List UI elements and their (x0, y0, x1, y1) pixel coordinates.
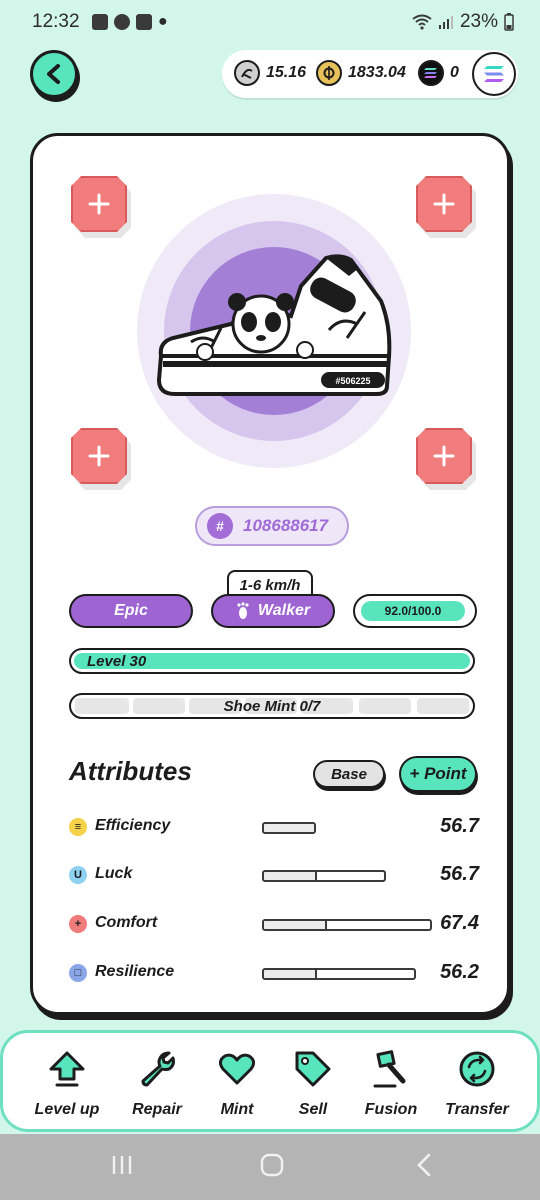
plus-icon (88, 445, 110, 467)
level-bar: Level 30 (69, 648, 475, 674)
gst-value: 15.16 (266, 64, 307, 81)
wrench-icon (141, 1051, 175, 1087)
system-nav-bar (0, 1134, 540, 1200)
sneaker-type-badge: Walker (211, 594, 335, 628)
plus-icon (88, 193, 110, 215)
messenger-icon (114, 14, 130, 30)
back-nav-icon[interactable] (414, 1152, 434, 1178)
attribute-value: 56.7 (440, 815, 479, 837)
wallet-balance-bar: 15.16 1833.04 0 (222, 50, 518, 98)
battery-percent: 23% (459, 11, 498, 32)
durability-bar: 92.0/100.0 (353, 594, 477, 628)
gmt-coin-icon (316, 60, 342, 86)
gmt-balance: 1833.04 (316, 60, 406, 86)
sneaker-image: #506225 (156, 254, 392, 396)
sneaker-card: #506225 # 108688617 1-6 km/h Epic Walker… (30, 133, 510, 1015)
level-up-button[interactable]: Level up (21, 1047, 113, 1127)
system-icons: 23% (412, 11, 514, 33)
fusion-button[interactable]: Fusion (345, 1047, 437, 1127)
resilience-icon: □ (69, 964, 87, 982)
shoe-mint-bar: Shoe Mint 0/7 (69, 693, 475, 719)
attribute-bar (262, 822, 316, 834)
dot-icon: ● (158, 13, 168, 30)
transfer-icon (459, 1051, 495, 1087)
gem-slot-bottom-right[interactable] (416, 428, 476, 490)
attribute-row-efficiency: ≡ Efficiency 56.7 (69, 812, 479, 842)
attribute-value: 56.2 (440, 961, 479, 983)
attribute-value: 67.4 (440, 912, 479, 934)
gst-coin-icon (234, 60, 260, 86)
youtube-icon (136, 14, 152, 30)
repair-button[interactable]: Repair (111, 1047, 203, 1127)
gem-slot-bottom-left[interactable] (71, 428, 131, 490)
back-button[interactable] (30, 50, 78, 98)
sol-value: 0 (450, 64, 459, 81)
efficiency-icon: ≡ (69, 818, 87, 836)
footprint-icon (237, 602, 249, 619)
heart-icon (218, 1053, 256, 1085)
level-up-icon (49, 1051, 85, 1087)
wifi-icon (412, 14, 432, 30)
attribute-value: 56.7 (440, 863, 479, 885)
attribute-name: Luck (95, 865, 133, 882)
status-bar: 12:32 ● 23% (0, 0, 540, 44)
attribute-bar (262, 968, 416, 980)
solana-icon (484, 66, 504, 82)
hammer-icon (373, 1050, 406, 1088)
rarity-badge: Epic (69, 594, 193, 628)
sneaker-type: Walker (257, 602, 311, 619)
battery-icon (504, 13, 514, 31)
recent-apps-icon[interactable] (110, 1152, 134, 1178)
sneaker-id: 108688617 (243, 516, 329, 535)
comfort-icon: + (69, 915, 87, 933)
attributes-heading: Attributes (69, 756, 192, 786)
solana-wallet-button[interactable] (472, 52, 516, 96)
attribute-name: Resilience (95, 963, 175, 980)
nav-label: Fusion (364, 1101, 418, 1118)
level-label: Level 30 (87, 653, 147, 670)
transfer-button[interactable]: Transfer (431, 1047, 523, 1127)
bottom-action-bar: Level up Repair Mint Sell Fusion Transfe… (0, 1030, 540, 1132)
add-point-button[interactable]: + Point (399, 756, 477, 792)
attribute-row-comfort: + Comfort 67.4 (69, 909, 479, 939)
home-icon[interactable] (259, 1152, 285, 1178)
sol-balance: 0 (418, 60, 459, 86)
nav-label: Sell (298, 1101, 328, 1118)
base-toggle-button[interactable]: Base (313, 760, 385, 788)
nav-label: Mint (220, 1101, 254, 1118)
nav-label: Repair (132, 1101, 182, 1118)
attribute-bar (262, 870, 386, 882)
notification-icons: ● (92, 13, 168, 31)
sol-coin-icon (418, 60, 444, 86)
gallery-icon (92, 14, 108, 30)
attribute-row-resilience: □ Resilience 56.2 (69, 958, 479, 988)
gst-balance: 15.16 (234, 60, 306, 86)
sneaker-serial: #506225 (335, 376, 370, 386)
hash-icon: # (207, 513, 233, 539)
chevron-left-icon (47, 64, 60, 84)
gem-slot-top-left[interactable] (71, 176, 131, 238)
luck-icon: U (69, 866, 87, 884)
plus-icon (433, 445, 455, 467)
signal-icon (438, 16, 453, 29)
attribute-bar (262, 919, 432, 931)
status-time: 12:32 (32, 11, 80, 32)
attribute-row-luck: U Luck 56.7 (69, 860, 479, 890)
nav-label: Transfer (445, 1101, 509, 1118)
shoe-mint-label: Shoe Mint 0/7 (223, 698, 321, 715)
tag-icon (295, 1051, 331, 1087)
attribute-name: Efficiency (95, 817, 171, 834)
nav-label: Level up (34, 1101, 100, 1118)
gmt-value: 1833.04 (348, 64, 406, 81)
attribute-name: Comfort (95, 914, 158, 931)
gem-slot-top-right[interactable] (416, 176, 476, 238)
sneaker-id-badge: # 108688617 (195, 506, 349, 546)
durability-fill: 92.0/100.0 (361, 601, 465, 621)
plus-icon (433, 193, 455, 215)
